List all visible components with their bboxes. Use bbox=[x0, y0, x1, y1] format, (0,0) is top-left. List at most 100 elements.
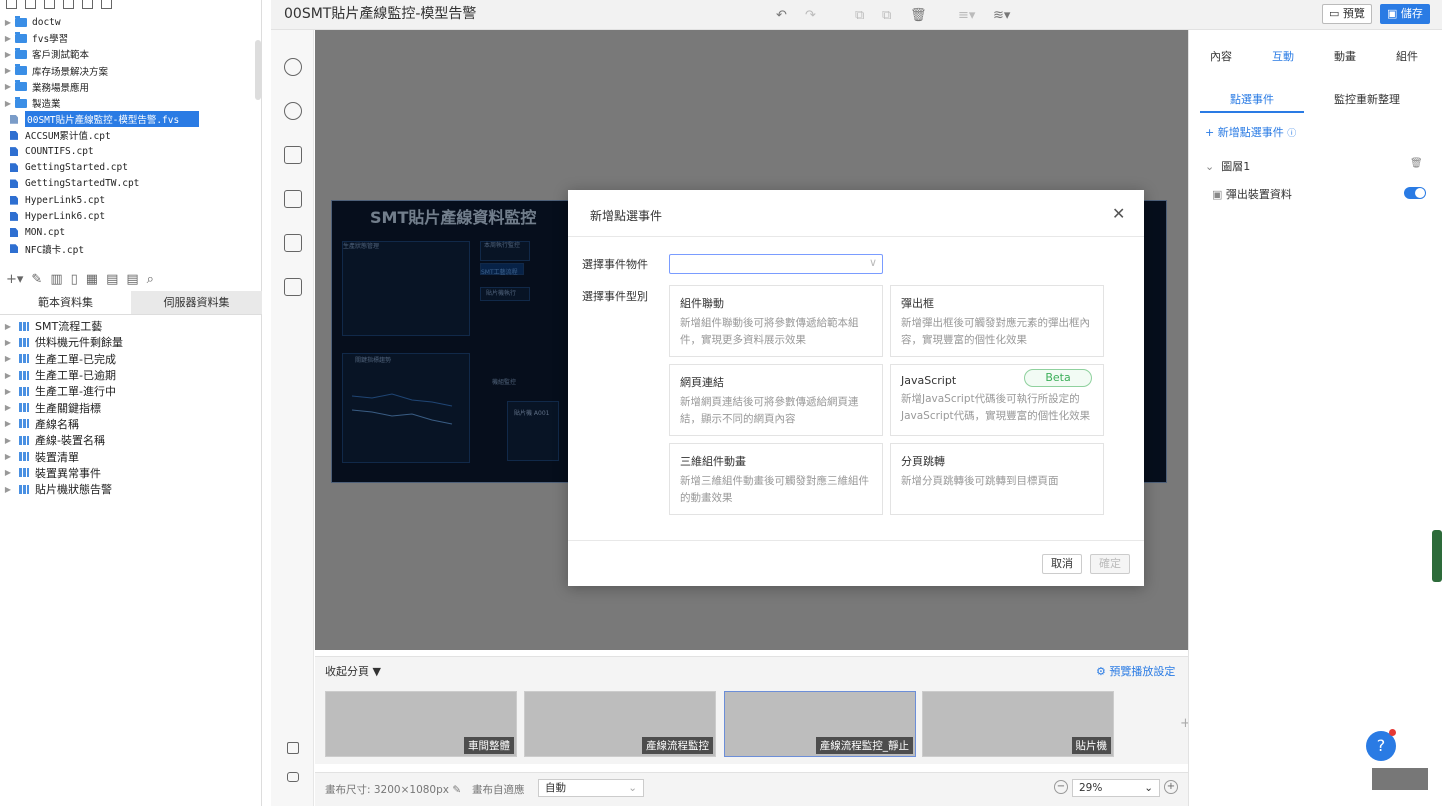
zoom-select[interactable]: 29% ⌄ bbox=[1072, 779, 1160, 797]
page-thumb[interactable]: 貼片機 bbox=[922, 691, 1114, 757]
chart-icon[interactable] bbox=[284, 102, 302, 120]
tree-file[interactable]: 00SMT貼片產線監控-模型告警.fvs bbox=[0, 111, 255, 128]
zoom-out-icon[interactable]: − bbox=[1054, 780, 1068, 794]
tree-file[interactable]: ACCSUM累计值.cpt bbox=[0, 127, 255, 143]
panel-toggle-icon[interactable] bbox=[287, 772, 299, 782]
event-type-card[interactable]: 組件聯動 新增組件聯動後可將參數傳遞給範本組件，實現更多資料展示效果 bbox=[669, 285, 883, 357]
chevron-right-icon[interactable]: ▶ bbox=[3, 371, 13, 380]
page-thumb[interactable]: 產線流程監控_靜止 bbox=[724, 691, 916, 757]
chevron-right-icon[interactable]: ▶ bbox=[3, 354, 13, 363]
confirm-button[interactable]: 確定 bbox=[1090, 554, 1130, 574]
layer-delete-icon[interactable]: 🗑 bbox=[1410, 158, 1423, 169]
zoom-in-icon[interactable]: + bbox=[1164, 780, 1178, 794]
tree-folder[interactable]: ▶ fvs學習 bbox=[0, 30, 255, 46]
delete-component-icon[interactable]: 🗑 bbox=[910, 8, 927, 23]
chevron-right-icon[interactable]: ▶ bbox=[3, 387, 13, 396]
dataset-item[interactable]: ▶ 生產工單-已逾期 bbox=[0, 367, 262, 383]
open-icon[interactable] bbox=[44, 0, 55, 9]
search-icon[interactable]: ⌕ bbox=[147, 272, 154, 287]
layer-item[interactable]: ▣ 彈出裝置資料 bbox=[1212, 186, 1292, 202]
chevron-right-icon[interactable]: ▶ bbox=[3, 34, 13, 43]
add-icon[interactable]: +▾ bbox=[6, 272, 23, 287]
table-icon[interactable]: ▦ bbox=[86, 272, 98, 287]
event-type-card[interactable]: 分頁跳轉 新增分頁跳轉後可跳轉到目標頁面 bbox=[890, 443, 1104, 515]
chevron-right-icon[interactable]: ▶ bbox=[3, 99, 13, 108]
dataset-item[interactable]: ▶ 生產關鍵指標 bbox=[0, 399, 262, 415]
right-subtab[interactable]: 監控重新整理 bbox=[1334, 91, 1400, 107]
chevron-right-icon[interactable]: ▶ bbox=[3, 66, 13, 75]
tree-folder[interactable]: ▶ doctw bbox=[0, 14, 255, 30]
db-config-icon[interactable]: ▤ bbox=[126, 272, 138, 287]
tree-file[interactable]: MON.cpt bbox=[0, 224, 255, 240]
chevron-right-icon[interactable]: ▶ bbox=[3, 436, 13, 445]
event-type-card[interactable]: JavaScript 新增JavaScript代碼後可執行所設定的JavaScri… bbox=[890, 364, 1104, 436]
image-icon[interactable] bbox=[63, 0, 74, 9]
add-click-event-button[interactable]: + 新增點選事件 ⓘ bbox=[1205, 124, 1296, 140]
dataset-item[interactable]: ▶ 生產工單-已完成 bbox=[0, 351, 262, 367]
dataset-item[interactable]: ▶ SMT流程工藝 bbox=[0, 318, 262, 334]
dataset-item[interactable]: ▶ 產線名稱 bbox=[0, 416, 262, 432]
collapse-pages-button[interactable]: 收起分頁 ▼ bbox=[325, 663, 381, 679]
tab-server-dataset[interactable]: 伺服器資料集 bbox=[131, 291, 262, 314]
chevron-right-icon[interactable]: ▶ bbox=[3, 82, 13, 91]
layers-icon[interactable] bbox=[287, 742, 299, 754]
layer-row[interactable]: ⌄ 圖層1 bbox=[1205, 158, 1250, 174]
file-tree-scrollbar[interactable] bbox=[255, 40, 261, 100]
tree-file[interactable]: GettingStarted.cpt bbox=[0, 160, 255, 176]
save-button[interactable]: ▣ 儲存 bbox=[1380, 4, 1430, 24]
align-icon[interactable]: ≡▾ bbox=[958, 8, 975, 23]
preview-button[interactable]: ▭ 預覽 bbox=[1322, 4, 1372, 24]
event-type-card[interactable]: 三維組件動畫 新增三維組件動畫後可觸發對應三維組件的動畫效果 bbox=[669, 443, 883, 515]
side-widget[interactable] bbox=[1432, 530, 1442, 582]
event-object-select[interactable]: ∨ bbox=[669, 254, 883, 274]
refresh-icon[interactable] bbox=[25, 0, 36, 9]
cancel-button[interactable]: 取消 bbox=[1042, 554, 1082, 574]
chevron-right-icon[interactable]: ▶ bbox=[3, 322, 13, 331]
page-thumb[interactable]: 車間整體 bbox=[325, 691, 517, 757]
copy-icon[interactable] bbox=[101, 0, 112, 9]
3d-icon[interactable] bbox=[284, 58, 302, 76]
chevron-right-icon[interactable]: ▶ bbox=[3, 452, 13, 461]
tree-file[interactable]: HyperLink5.cpt bbox=[0, 192, 255, 208]
trash-icon[interactable]: ▥ bbox=[50, 272, 62, 287]
paste-component-icon[interactable]: ⧉ bbox=[882, 8, 891, 23]
delete-icon[interactable] bbox=[82, 0, 93, 9]
float-controls[interactable] bbox=[1372, 768, 1428, 790]
right-tab[interactable]: 內容 bbox=[1210, 48, 1232, 64]
dataset-item[interactable]: ▶ 產線-裝置名稱 bbox=[0, 432, 262, 448]
chevron-right-icon[interactable]: ▶ bbox=[3, 338, 13, 347]
tree-folder[interactable]: ▶ 客戶測試範本 bbox=[0, 46, 255, 62]
tree-file[interactable]: COUNTIFS.cpt bbox=[0, 144, 255, 160]
table-widget-icon[interactable] bbox=[284, 278, 302, 296]
chevron-right-icon[interactable]: ▶ bbox=[3, 485, 13, 494]
page-thumb[interactable]: 產線流程監控 bbox=[524, 691, 716, 757]
right-tab[interactable]: 組件 bbox=[1396, 48, 1418, 64]
copy-component-icon[interactable]: ⧉ bbox=[855, 8, 864, 23]
canvas-size[interactable]: 畫布尺寸: 3200×1080px ✎ bbox=[325, 782, 461, 797]
chevron-right-icon[interactable]: ▶ bbox=[3, 403, 13, 412]
layer-item-toggle[interactable] bbox=[1404, 187, 1426, 199]
chevron-right-icon[interactable]: ▶ bbox=[3, 50, 13, 59]
tree-folder[interactable]: ▶ 業務場景應用 bbox=[0, 79, 255, 95]
tab-template-dataset[interactable]: 範本資料集 bbox=[0, 291, 131, 314]
tree-folder[interactable]: ▶ 库存场景解决方案 bbox=[0, 63, 255, 79]
undo-icon[interactable]: ↶ bbox=[776, 8, 787, 23]
container-icon[interactable] bbox=[284, 234, 302, 252]
right-tab[interactable]: 動畫 bbox=[1334, 48, 1356, 64]
right-subtab[interactable]: 點選事件 bbox=[1230, 91, 1274, 107]
dataset-item[interactable]: ▶ 裝置異常事件 bbox=[0, 465, 262, 481]
chevron-right-icon[interactable]: ▶ bbox=[3, 468, 13, 477]
dataset-item[interactable]: ▶ 供料機元件剩餘量 bbox=[0, 334, 262, 350]
tree-file[interactable]: GettingStartedTW.cpt bbox=[0, 176, 255, 192]
chevron-right-icon[interactable]: ▶ bbox=[3, 419, 13, 428]
preview-icon[interactable]: ▯ bbox=[71, 272, 78, 287]
right-tab[interactable]: 互動 bbox=[1272, 48, 1294, 64]
tree-file[interactable]: NFC讀卡.cpt bbox=[0, 241, 255, 257]
dataset-item[interactable]: ▶ 生產工單-進行中 bbox=[0, 383, 262, 399]
close-icon[interactable]: ✕ bbox=[1112, 204, 1125, 223]
adapt-select[interactable]: 自動 ⌄ bbox=[538, 779, 644, 797]
tree-file[interactable]: HyperLink6.cpt bbox=[0, 208, 255, 224]
tree-folder[interactable]: ▶ 製造業 bbox=[0, 95, 255, 111]
preview-play-settings-link[interactable]: ⚙ 預覽播放設定 bbox=[1096, 663, 1175, 679]
media-icon[interactable] bbox=[284, 190, 302, 208]
